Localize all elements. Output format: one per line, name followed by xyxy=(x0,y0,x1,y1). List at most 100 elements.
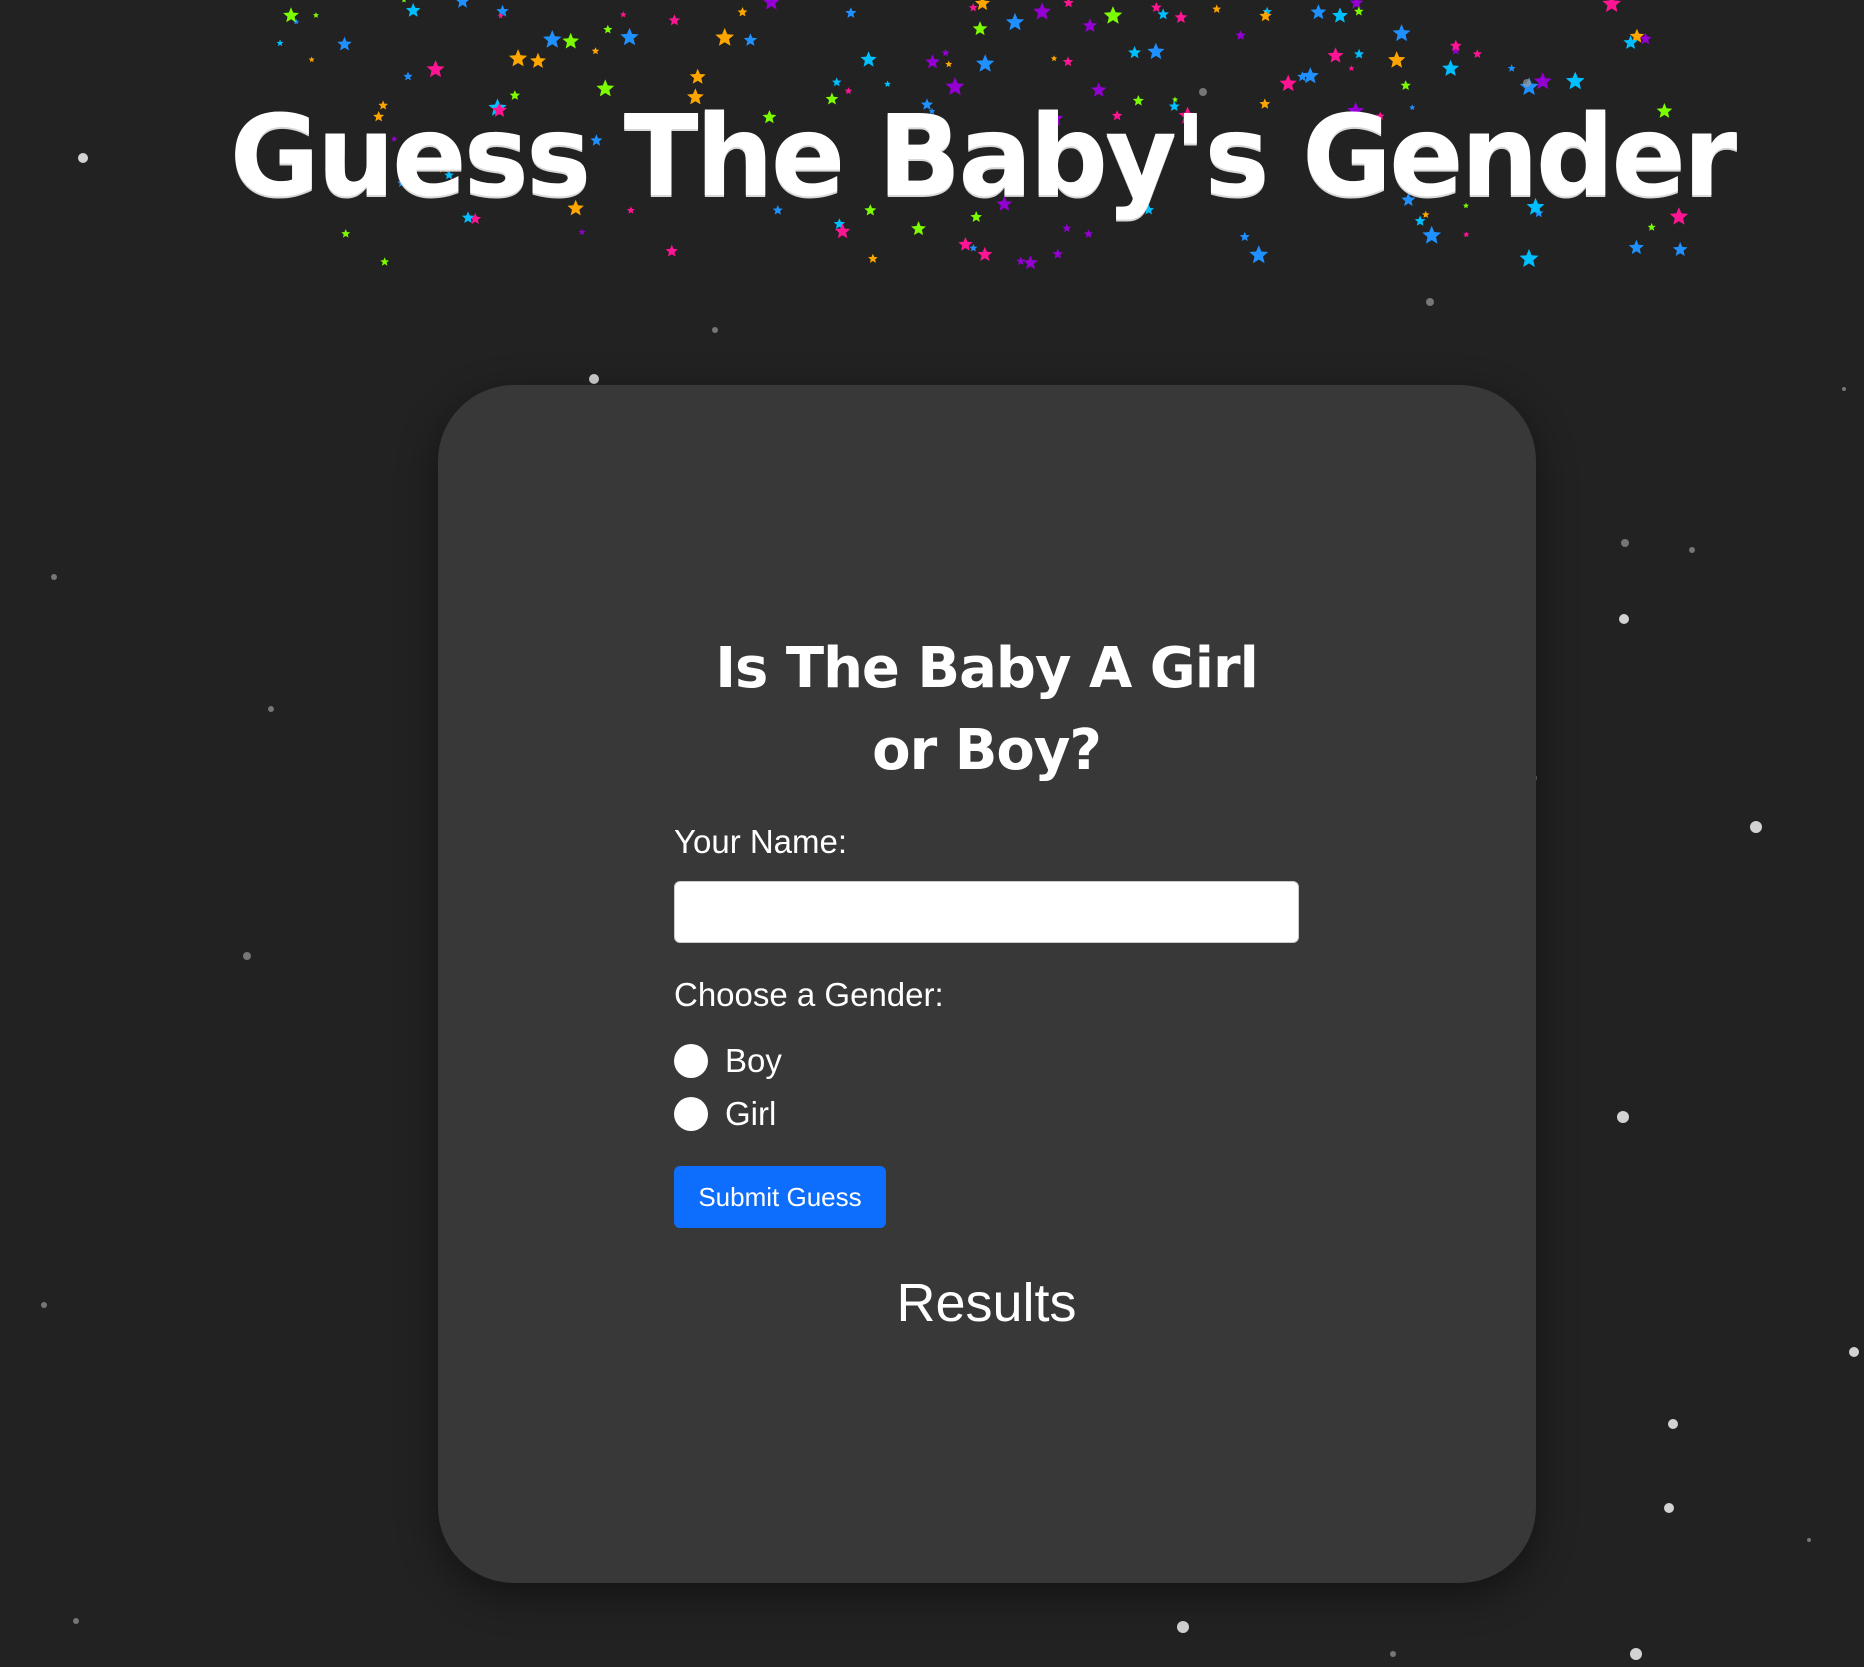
star-confetti-icon xyxy=(945,60,953,68)
radio-option-girl[interactable]: Girl xyxy=(674,1094,776,1134)
snow-dot-icon xyxy=(73,1618,79,1624)
snow-dot-icon xyxy=(1849,1347,1859,1357)
star-confetti-icon xyxy=(1005,12,1025,31)
snow-dot-icon xyxy=(1617,1111,1629,1123)
star-confetti-icon xyxy=(1442,59,1460,76)
star-confetti-icon xyxy=(543,30,562,48)
star-confetti-icon xyxy=(497,13,504,19)
star-confetti-icon xyxy=(1354,48,1365,59)
star-confetti-icon xyxy=(763,0,780,10)
star-confetti-icon xyxy=(1451,45,1461,55)
star-confetti-icon xyxy=(969,243,978,252)
star-confetti-icon xyxy=(1327,47,1344,63)
snow-dot-icon xyxy=(1689,547,1695,553)
page-title: Guess The Baby's Gender xyxy=(229,92,1737,222)
star-confetti-icon xyxy=(496,4,509,17)
star-confetti-icon xyxy=(530,52,546,68)
name-label: Your Name: xyxy=(674,823,848,860)
star-confetti-icon xyxy=(1239,231,1250,242)
star-confetti-icon xyxy=(1348,65,1355,71)
star-confetti-icon xyxy=(1332,7,1348,23)
radio-option-boy[interactable]: Boy xyxy=(674,1041,782,1081)
star-confetti-icon xyxy=(860,51,877,67)
star-confetti-icon xyxy=(977,246,993,261)
star-confetti-icon xyxy=(1672,242,1688,256)
snow-dot-icon xyxy=(1619,614,1629,624)
radio-label-girl: Girl xyxy=(725,1095,777,1132)
star-confetti-icon xyxy=(1033,2,1052,20)
star-confetti-icon xyxy=(1472,49,1482,58)
star-confetti-icon xyxy=(1628,239,1644,255)
star-confetti-icon xyxy=(1507,64,1516,72)
star-confetti-icon xyxy=(958,237,973,251)
star-confetti-icon xyxy=(1103,6,1123,24)
star-confetti-icon xyxy=(426,60,445,78)
star-confetti-icon xyxy=(1128,46,1141,59)
star-confetti-icon xyxy=(1151,2,1162,13)
star-confetti-icon xyxy=(402,0,406,3)
star-confetti-icon xyxy=(1062,56,1074,67)
page: Guess The Baby's Gender Is The Baby A Gi… xyxy=(0,0,1864,1667)
star-confetti-icon xyxy=(1082,18,1098,32)
star-confetti-icon xyxy=(1235,30,1246,40)
star-confetti-icon xyxy=(1147,42,1165,60)
star-confetti-icon xyxy=(1301,67,1319,84)
star-confetti-icon xyxy=(868,253,878,263)
star-confetti-icon xyxy=(845,7,857,18)
star-confetti-icon xyxy=(715,27,735,46)
snow-dot-icon xyxy=(1664,1503,1674,1513)
star-confetti-icon xyxy=(380,257,390,266)
snow-dot-icon xyxy=(268,706,274,712)
star-confetti-icon xyxy=(1623,35,1638,49)
star-confetti-icon xyxy=(1449,39,1462,51)
star-confetti-icon xyxy=(976,54,995,72)
star-confetti-icon xyxy=(603,24,613,34)
star-confetti-icon xyxy=(1052,248,1063,259)
snow-dot-icon xyxy=(1750,821,1762,833)
star-confetti-icon xyxy=(1016,256,1026,265)
snow-dot-icon xyxy=(1807,1538,1811,1542)
snow-dot-icon xyxy=(51,574,57,580)
star-confetti-icon xyxy=(1297,71,1308,82)
star-confetti-icon xyxy=(1262,6,1272,16)
star-confetti-icon xyxy=(1157,8,1169,20)
gender-label: Choose a Gender: xyxy=(674,976,944,1013)
star-confetti-icon xyxy=(1388,51,1406,68)
star-confetti-icon xyxy=(308,56,315,63)
snow-dot-icon xyxy=(1390,1651,1396,1657)
name-input[interactable] xyxy=(674,881,1299,943)
star-confetti-icon xyxy=(591,47,600,55)
star-confetti-icon xyxy=(1174,10,1188,23)
question-heading: Is The Baby A Girl or Boy? xyxy=(715,636,1259,783)
star-confetti-icon xyxy=(1519,248,1539,267)
star-confetti-icon xyxy=(737,7,748,17)
star-confetti-icon xyxy=(312,12,319,18)
star-confetti-icon xyxy=(925,54,940,69)
star-confetti-icon xyxy=(620,11,627,18)
star-confetti-icon xyxy=(974,0,990,10)
star-confetti-icon xyxy=(562,32,579,49)
star-confetti-icon xyxy=(276,39,284,47)
radio-girl-icon[interactable] xyxy=(674,1097,708,1131)
snow-dot-icon xyxy=(243,952,251,960)
results-heading: Results xyxy=(896,1273,1077,1333)
snow-dot-icon xyxy=(589,374,599,384)
submit-guess-button[interactable]: Submit Guess xyxy=(674,1166,886,1228)
star-confetti-icon xyxy=(1463,231,1470,238)
star-confetti-icon xyxy=(508,49,528,67)
star-confetti-icon xyxy=(941,48,950,57)
radio-label-boy: Boy xyxy=(725,1042,782,1079)
star-confetti-icon xyxy=(405,2,421,17)
star-confetti-icon xyxy=(1249,245,1269,264)
radio-boy-icon[interactable] xyxy=(674,1044,708,1078)
star-confetti-icon xyxy=(1023,255,1038,270)
star-confetti-icon xyxy=(1354,6,1364,16)
star-confetti-icon xyxy=(1063,0,1074,8)
star-confetti-icon xyxy=(1349,0,1364,9)
snow-dot-icon xyxy=(712,327,718,333)
star-confetti-icon xyxy=(1310,4,1327,20)
star-confetti-icon xyxy=(1392,24,1411,42)
guess-card: Is The Baby A Girl or Boy? Your Name: Ch… xyxy=(438,385,1536,1583)
snow-dot-icon xyxy=(1668,1419,1678,1429)
star-confetti-icon xyxy=(665,244,678,257)
